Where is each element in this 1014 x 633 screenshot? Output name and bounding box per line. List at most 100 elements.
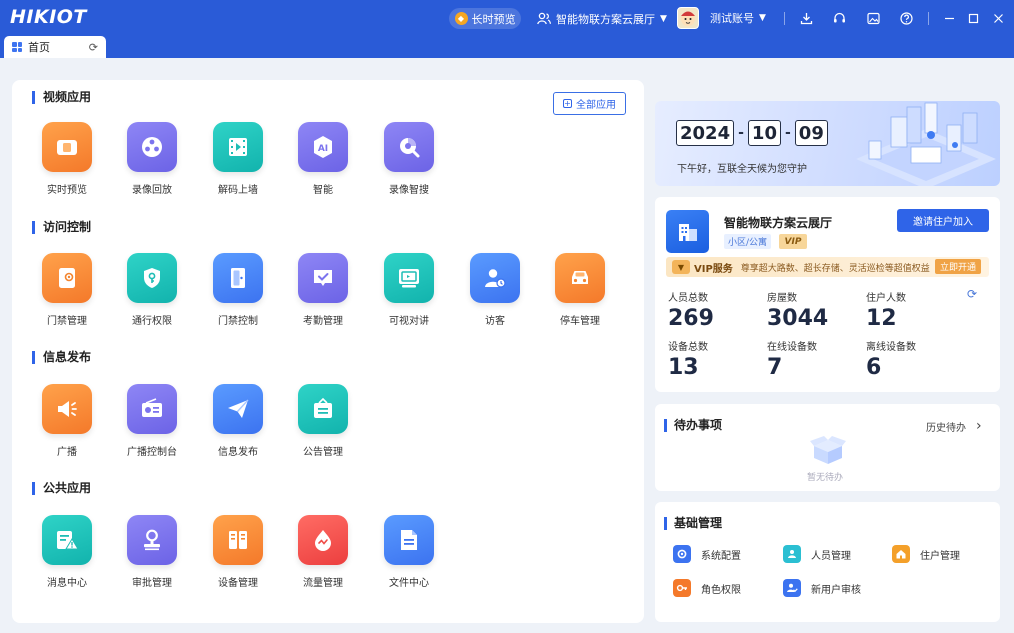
app-panel: + 全部应用 视频应用 实时预览 录像回放 解码上墙 AI 智能 录像智搜 访问… (12, 80, 644, 623)
app-label: 通行权限 (132, 316, 172, 327)
all-apps-button[interactable]: + 全部应用 (553, 92, 626, 115)
community-type-tag: 小区/公寓 (724, 234, 772, 249)
vip-diamond-icon: ◆ (454, 12, 468, 25)
vip-service-title: VIP服务 (694, 263, 733, 275)
basic-item-residents[interactable]: 住户管理 (892, 545, 960, 563)
app-broadcast-console[interactable]: 广播控制台 (117, 384, 187, 458)
refresh-icon[interactable]: ⟳ (89, 41, 98, 54)
film-reel-icon (127, 122, 177, 172)
headset-icon[interactable] (830, 9, 848, 27)
stat-residents: 住户人数 12 (866, 289, 906, 331)
app-message-center[interactable]: 消息中心 (32, 515, 102, 589)
close-icon[interactable] (989, 9, 1007, 27)
help-icon[interactable] (897, 9, 915, 27)
app-ai[interactable]: AI 智能 (288, 122, 358, 196)
app-notice-management[interactable]: 公告管理 (288, 384, 358, 458)
basic-item-new-user-review[interactable]: 新用户审核 (783, 579, 861, 597)
date-display: 2024 - 10 - 09 (676, 120, 828, 146)
download-icon[interactable] (797, 9, 815, 27)
key-shield-icon (127, 253, 177, 303)
stat-label: 人员总数 (668, 293, 708, 304)
stat-value: 7 (767, 355, 783, 380)
app-label: 可视对讲 (389, 316, 429, 327)
app-access-control[interactable]: 门禁管理 (32, 253, 102, 327)
stat-total-devices: 设备总数 13 (668, 338, 708, 380)
basic-item-people[interactable]: 人员管理 (783, 545, 851, 563)
app-label: 录像回放 (132, 185, 172, 196)
stat-value: 269 (668, 306, 714, 331)
person-card-icon (783, 545, 801, 563)
grid-icon (12, 42, 22, 52)
todo-empty-label: 暂无待办 (807, 473, 844, 483)
long-preview-label: 长时预览 (471, 12, 516, 26)
account-menu[interactable]: 测试账号 ▼ (677, 6, 766, 29)
basic-item-label: 人员管理 (811, 550, 851, 562)
app-video-wall[interactable]: 解码上墙 (203, 122, 273, 196)
app-attendance[interactable]: 考勤管理 (288, 253, 358, 327)
minimize-icon[interactable] (940, 9, 958, 27)
refresh-icon[interactable]: ⟳ (967, 287, 977, 301)
gear-icon (673, 545, 691, 563)
vip-crown-icon: ▼ (672, 260, 690, 274)
app-playback[interactable]: 录像回放 (117, 122, 187, 196)
todo-history-link[interactable]: 历史待办 › (926, 418, 982, 434)
app-info-publish[interactable]: 信息发布 (203, 384, 273, 458)
stat-label: 住户人数 (866, 293, 906, 304)
users-icon (537, 12, 551, 25)
app-door-control[interactable]: 门禁控制 (203, 253, 273, 327)
house-edit-icon (892, 545, 910, 563)
tab-label: 首页 (28, 41, 50, 54)
basic-item-system-config[interactable]: 系统配置 (673, 545, 741, 563)
stat-online-devices: 在线设备数 7 (767, 338, 817, 380)
stat-value: 6 (866, 355, 882, 380)
greeting-text: 下午好，互联全天候为您守护 (677, 164, 807, 175)
date-day: 09 (794, 120, 828, 146)
stat-label: 在线设备数 (767, 342, 817, 353)
basic-item-role-permission[interactable]: 角色权限 (673, 579, 741, 597)
invite-resident-button[interactable]: 邀请住户加入 (897, 209, 989, 232)
intercom-icon (384, 253, 434, 303)
role-key-icon (673, 579, 691, 597)
stat-total-people: 人员总数 269 (668, 289, 714, 331)
smart-city-illustration (856, 102, 996, 186)
app-file-center[interactable]: 文件中心 (374, 515, 444, 589)
project-selector[interactable]: 智能物联方案云展厅 ▼ (537, 8, 667, 29)
app-label: 广播控制台 (127, 447, 177, 458)
basic-item-label: 新用户审核 (811, 584, 861, 596)
section-title-access: 访问控制 (32, 221, 91, 234)
project-label: 智能物联方案云展厅 (556, 12, 655, 26)
app-label: 实时预览 (47, 185, 87, 196)
app-parking[interactable]: 停车管理 (545, 253, 615, 327)
app-device-management[interactable]: 设备管理 (203, 515, 273, 589)
app-label: 流量管理 (303, 578, 343, 589)
date-banner: 2024 - 10 - 09 下午好，互联全天候为您守护 (655, 101, 1000, 186)
app-visitor[interactable]: 访客 (460, 253, 530, 327)
app-approval[interactable]: 审批管理 (117, 515, 187, 589)
app-smart-search[interactable]: 录像智搜 (374, 122, 444, 196)
date-separator: - (738, 125, 744, 141)
basic-item-label: 住户管理 (920, 550, 960, 562)
date-month: 10 (747, 120, 781, 146)
vip-activate-button[interactable]: 立即开通 (934, 259, 981, 274)
app-label: 信息发布 (218, 447, 258, 458)
app-broadcast[interactable]: 广播 (32, 384, 102, 458)
app-live-view[interactable]: 实时预览 (32, 122, 102, 196)
stat-value: 12 (866, 306, 897, 331)
app-traffic-management[interactable]: 流量管理 (288, 515, 358, 589)
tab-bar: 首页 ⟳ (0, 36, 1014, 58)
long-preview-button[interactable]: ◆ 长时预览 (449, 8, 521, 29)
image-icon[interactable] (864, 9, 882, 27)
ai-icon: AI (298, 122, 348, 172)
app-label: 解码上墙 (218, 185, 258, 196)
community-card: 智能物联方案云展厅 小区/公寓 VIP 邀请住户加入 ▼ VIP服务 尊享超大路… (655, 197, 1000, 392)
basic-item-label: 角色权限 (701, 584, 741, 596)
app-pass-permission[interactable]: 通行权限 (117, 253, 187, 327)
attendance-icon (298, 253, 348, 303)
chevron-down-icon: ▼ (660, 13, 667, 24)
app-logo: HIKIOT (10, 6, 87, 28)
app-video-intercom[interactable]: 可视对讲 (374, 253, 444, 327)
app-label: 停车管理 (560, 316, 600, 327)
tab-home[interactable]: 首页 ⟳ (4, 36, 106, 58)
video-wall-icon (213, 122, 263, 172)
maximize-icon[interactable] (964, 9, 982, 27)
